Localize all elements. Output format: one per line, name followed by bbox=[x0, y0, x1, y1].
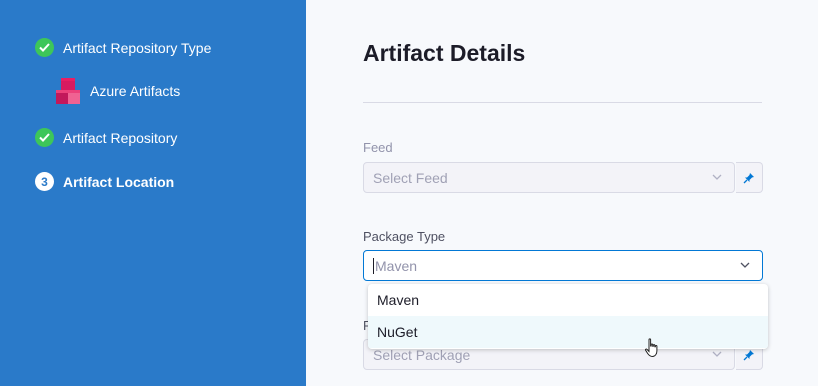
selected-repository-type: Azure Artifacts bbox=[55, 77, 180, 105]
wizard-sidebar: Artifact Repository Type Azure Artifacts… bbox=[0, 0, 306, 386]
package-type-label: Package Type bbox=[363, 229, 446, 244]
pin-icon bbox=[743, 349, 754, 360]
step-label: Artifact Repository Type bbox=[63, 39, 212, 56]
selected-type-label: Azure Artifacts bbox=[90, 83, 181, 99]
feed-label: Feed bbox=[363, 140, 393, 155]
option-nuget[interactable]: NuGet bbox=[368, 316, 768, 348]
step-number-badge: 3 bbox=[35, 172, 54, 191]
text-caret bbox=[373, 257, 374, 274]
check-circle-icon bbox=[35, 128, 54, 147]
step-artifact-location[interactable]: 3 Artifact Location bbox=[35, 172, 174, 191]
divider bbox=[363, 102, 762, 103]
step-label: Artifact Repository bbox=[63, 129, 178, 146]
pin-icon bbox=[743, 172, 754, 183]
chevron-down-icon bbox=[712, 351, 722, 357]
package-type-value: Maven bbox=[375, 257, 418, 274]
check-circle-icon bbox=[35, 38, 54, 57]
package-type-dropdown: Maven NuGet bbox=[368, 284, 768, 349]
page-title: Artifact Details bbox=[363, 40, 526, 66]
option-maven[interactable]: Maven bbox=[368, 284, 768, 316]
chevron-down-icon bbox=[740, 262, 750, 268]
hand-cursor-icon bbox=[644, 338, 658, 358]
package-type-select[interactable]: Maven bbox=[363, 250, 763, 281]
azure-artifacts-icon bbox=[56, 78, 80, 104]
feed-pin-button[interactable] bbox=[736, 162, 763, 193]
step-artifact-repository[interactable]: Artifact Repository bbox=[35, 128, 177, 147]
feed-placeholder: Select Feed bbox=[373, 169, 448, 186]
feed-select[interactable]: Select Feed bbox=[363, 162, 735, 193]
chevron-down-icon bbox=[712, 174, 722, 180]
step-label: Artifact Location bbox=[63, 173, 175, 190]
step-artifact-repository-type[interactable]: Artifact Repository Type bbox=[35, 38, 211, 57]
